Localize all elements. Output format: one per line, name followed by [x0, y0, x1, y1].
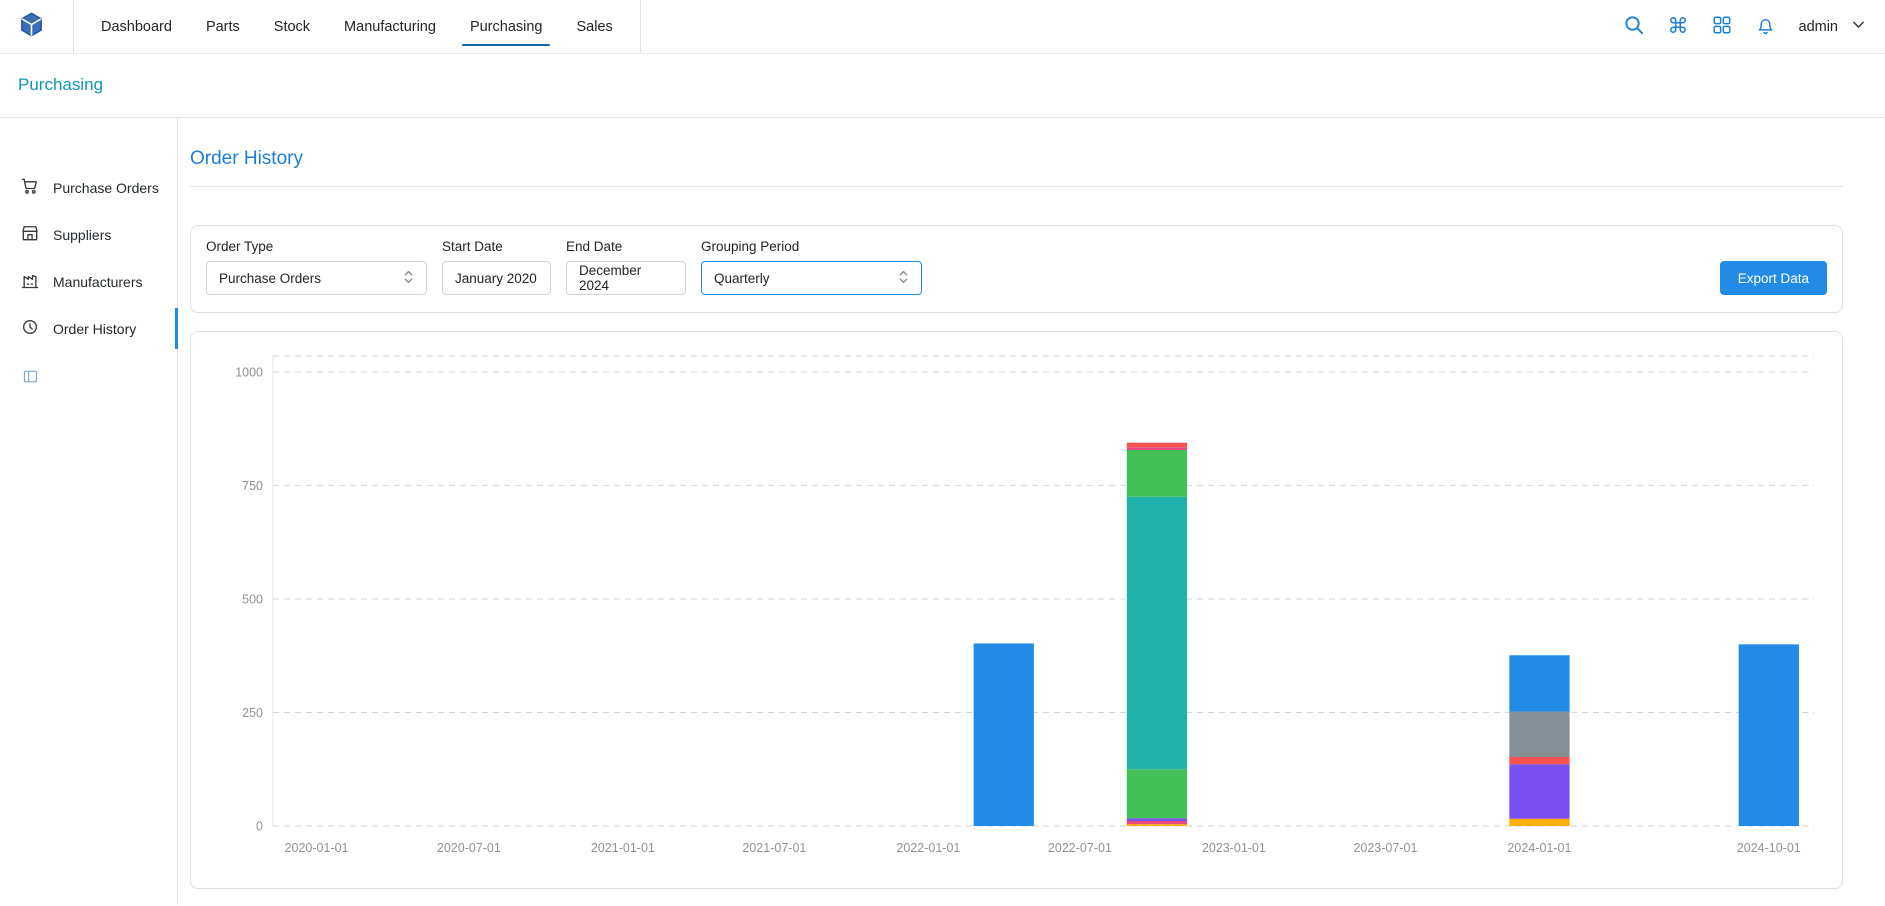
y-tick-label: 750	[242, 479, 263, 493]
order-history-chart-card: 0 250 500 750 1000 2020-01-01 2020-07-01 2021-0…	[190, 331, 1843, 889]
x-tick-label: 2021-01-01	[591, 841, 655, 855]
chevron-down-icon	[1850, 16, 1867, 38]
chart-bar-segment[interactable]	[1127, 447, 1187, 450]
bell-icon	[1755, 15, 1776, 39]
search-button[interactable]	[1623, 14, 1645, 39]
purchasing-sidebar: Purchase Orders Suppliers Manufacturers	[0, 118, 178, 905]
start-date-value: January 2020	[455, 271, 537, 286]
end-date-label: End Date	[566, 239, 686, 254]
chart-bar-segment[interactable]	[1127, 821, 1187, 824]
x-tick-label: 2024-10-01	[1737, 841, 1801, 855]
breadcrumb: Purchasing	[0, 54, 1885, 118]
grouping-period-field: Grouping Period Quarterly	[701, 239, 922, 295]
chart-bar-segment[interactable]	[1509, 757, 1569, 764]
package-logo-icon	[18, 11, 45, 43]
navbar-actions: ⌘ admin	[1623, 14, 1868, 39]
chevron-up-down-icon	[898, 269, 909, 288]
tab-stock[interactable]: Stock	[257, 0, 327, 53]
tab-sales[interactable]: Sales	[559, 0, 629, 53]
start-date-label: Start Date	[442, 239, 551, 254]
top-navbar: Dashboard Parts Stock Manufacturing Purc…	[0, 0, 1885, 54]
start-date-field: Start Date January 2020	[442, 239, 551, 295]
grouping-period-value: Quarterly	[714, 271, 770, 286]
chart-bar-segment[interactable]	[1127, 824, 1187, 826]
factory-icon	[20, 270, 40, 293]
chevron-up-down-icon	[403, 269, 414, 288]
grid-icon	[1712, 15, 1732, 38]
grouping-period-label: Grouping Period	[701, 239, 922, 254]
order-type-label: Order Type	[206, 239, 427, 254]
chart-bar-segment[interactable]	[1509, 655, 1569, 711]
x-tick-label: 2023-07-01	[1353, 841, 1417, 855]
sidebar-collapse-button[interactable]	[22, 368, 44, 388]
order-type-value: Purchase Orders	[219, 271, 321, 286]
main-panel: Order History Order Type Purchase Orders…	[178, 118, 1885, 905]
chart-bar-segment[interactable]	[1739, 644, 1799, 826]
sidebar-item-purchase-orders[interactable]: Purchase Orders	[0, 164, 177, 211]
y-tick-label: 0	[256, 820, 263, 834]
sidebar-item-suppliers[interactable]: Suppliers	[0, 211, 177, 258]
history-clock-icon	[20, 317, 40, 340]
chart-bar-segment[interactable]	[1127, 450, 1187, 497]
chart-bar-segment[interactable]	[1127, 497, 1187, 769]
search-icon	[1623, 14, 1645, 39]
export-data-button[interactable]: Export Data	[1720, 261, 1827, 295]
sidebar-item-manufacturers[interactable]: Manufacturers	[0, 258, 177, 305]
x-tick-label: 2023-01-01	[1202, 841, 1266, 855]
order-history-chart: 0 250 500 750 1000 2020-01-01 2020-07-01 2021-0…	[199, 340, 1834, 880]
page-layout: Purchase Orders Suppliers Manufacturers	[0, 118, 1885, 905]
title-divider	[190, 186, 1843, 187]
order-type-select[interactable]: Purchase Orders	[206, 261, 427, 295]
x-tick-label: 2020-01-01	[285, 841, 349, 855]
order-type-field: Order Type Purchase Orders	[206, 239, 427, 295]
end-date-input[interactable]: December 2024	[566, 261, 686, 295]
username-label: admin	[1799, 19, 1839, 35]
sidebar-item-label: Suppliers	[53, 227, 111, 243]
sidebar-item-label: Order History	[53, 321, 136, 337]
sidebar-collapse-icon	[22, 368, 39, 388]
filter-panel: Order Type Purchase Orders Start Date Ja…	[190, 225, 1843, 313]
x-tick-label: 2022-07-01	[1048, 841, 1112, 855]
y-tick-label: 500	[242, 592, 263, 606]
chart-bar-segment[interactable]	[1509, 712, 1569, 757]
breadcrumb-purchasing-link[interactable]: Purchasing	[18, 75, 103, 94]
chart-bar-segment[interactable]	[1127, 818, 1187, 821]
chart-bar-segment[interactable]	[1509, 819, 1569, 826]
x-tick-label: 2022-01-01	[896, 841, 960, 855]
end-date-field: End Date December 2024	[566, 239, 686, 295]
building-store-icon	[20, 223, 40, 246]
spotlight-button[interactable]: ⌘	[1668, 16, 1689, 37]
main-nav-tabs: Dashboard Parts Stock Manufacturing Purc…	[73, 0, 641, 53]
x-tick-label: 2021-07-01	[742, 841, 806, 855]
page-title: Order History	[190, 148, 1843, 170]
x-tick-label: 2020-07-01	[437, 841, 501, 855]
user-menu[interactable]: admin	[1799, 16, 1868, 38]
tab-manufacturing[interactable]: Manufacturing	[327, 0, 453, 53]
notifications-button[interactable]	[1755, 15, 1776, 39]
sidebar-item-label: Manufacturers	[53, 274, 142, 290]
grouping-period-select[interactable]: Quarterly	[701, 261, 922, 295]
sidebar-item-label: Purchase Orders	[53, 180, 159, 196]
y-tick-label: 1000	[235, 365, 263, 379]
tab-dashboard[interactable]: Dashboard	[84, 0, 189, 53]
chart-bar-segment[interactable]	[1127, 443, 1187, 448]
end-date-value: December 2024	[579, 263, 673, 293]
chart-bar-segment[interactable]	[974, 643, 1034, 826]
command-icon: ⌘	[1668, 16, 1689, 37]
start-date-input[interactable]: January 2020	[442, 261, 551, 295]
y-tick-label: 250	[242, 706, 263, 720]
app-logo[interactable]	[18, 11, 45, 43]
tab-purchasing[interactable]: Purchasing	[453, 0, 560, 53]
chart-bar-segment[interactable]	[1127, 769, 1187, 818]
chart-bar-segment[interactable]	[1509, 764, 1569, 818]
tab-parts[interactable]: Parts	[189, 0, 257, 53]
x-tick-label: 2024-01-01	[1507, 841, 1571, 855]
scan-button[interactable]	[1712, 15, 1732, 38]
sidebar-item-order-history[interactable]: Order History	[0, 305, 177, 352]
shopping-cart-icon	[20, 176, 40, 199]
